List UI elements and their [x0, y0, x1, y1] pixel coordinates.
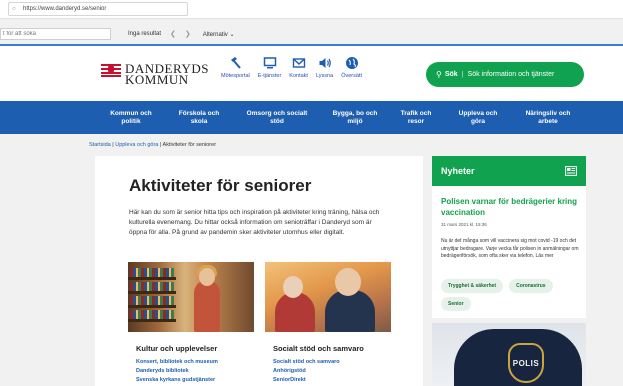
card-link[interactable]: Danderyds bibliotek — [136, 367, 218, 376]
nav-item-uppleva-och-gora[interactable]: Uppleva och göra — [444, 101, 512, 134]
quick-link-motesportal[interactable]: Mötesportal — [221, 56, 250, 79]
nav-item-trafik-och-resor[interactable]: Trafik och resor — [388, 101, 444, 134]
mail-icon — [292, 58, 305, 68]
quick-link-label: E-tjänster — [257, 73, 282, 79]
library-image — [128, 262, 254, 332]
breadcrumb-link-startsida[interactable]: Startsida — [89, 142, 111, 148]
browser-window: ○ https://www.danderyd.se/senior Inga re… — [0, 0, 623, 386]
tag-trygghet[interactable]: Trygghet & säkerhet — [441, 279, 504, 293]
find-input[interactable] — [0, 28, 111, 40]
gavel-icon — [231, 57, 242, 69]
seniors-image — [265, 262, 391, 332]
speaker-icon — [319, 58, 331, 68]
search-label: Sök — [444, 71, 458, 78]
news-tags: Trygghet & säkerhet Coronavirus Senior — [441, 279, 581, 311]
quick-link-oversatt[interactable]: Översätt — [341, 56, 362, 79]
main-content: Aktiviteter för seniorer Här kan du som … — [95, 156, 423, 386]
card-link-list: Socialt stöd och samvaro Anhörigstöd Sen… — [273, 358, 340, 385]
crest-icon — [101, 64, 121, 77]
search-separator: | — [461, 71, 464, 78]
card-socialt-stod-och-samvaro[interactable]: Socialt stöd och samvaro Socialt stöd oc… — [265, 262, 391, 386]
find-previous-icon[interactable]: ❮ — [170, 30, 176, 38]
address-bar: ○ https://www.danderyd.se/senior — [0, 0, 623, 19]
quick-link-lyssna[interactable]: Lyssna — [316, 56, 333, 79]
quick-link-label: Mötesportal — [221, 73, 250, 79]
card-link[interactable]: Konsert, bibliotek och museum — [136, 358, 218, 367]
card-title: Socialt stöd och samvaro — [273, 344, 364, 353]
tag-senior[interactable]: Senior — [441, 297, 471, 311]
quick-link-kontakt[interactable]: Kontakt — [289, 56, 308, 79]
card-kultur-och-upplevelser[interactable]: Kultur och upplevelser Konsert, bibliote… — [128, 262, 254, 386]
newspaper-icon — [565, 166, 577, 176]
police-badge: POLIS — [508, 343, 544, 383]
find-next-icon[interactable]: ❯ — [185, 30, 191, 38]
globe-icon — [345, 57, 358, 69]
logo-text: DANDERYDS KOMMUN — [125, 62, 209, 86]
police-image: POLIS — [432, 323, 586, 386]
main-navigation: Kommun och politik Förskola och skola Omso… — [0, 101, 623, 134]
nav-item-forskola-och-skola[interactable]: Förskola och skola — [166, 101, 232, 134]
quick-link-etjanster[interactable]: E-tjänster — [257, 56, 282, 79]
nav-item-omsorg-och-socialt-stod[interactable]: Omsorg och socialt stöd — [232, 101, 322, 134]
intro-text: Här kan du som är senior hitta tips och … — [129, 209, 380, 236]
card-link[interactable]: Socialt stöd och samvaro — [273, 358, 340, 367]
site-header: DANDERYDS KOMMUN Mötesportal E-tjänster … — [0, 46, 623, 101]
tag-coronavirus[interactable]: Coronavirus — [509, 279, 553, 293]
card-link-list: Konsert, bibliotek och museum Danderyds … — [136, 358, 218, 385]
news-date: 31 mars 2021 kl. 15:36 — [441, 222, 487, 227]
quick-link-label: Kontakt — [289, 73, 308, 79]
nav-item-kommun-och-politik[interactable]: Kommun och politik — [96, 101, 166, 134]
find-result: Inga resultat — [128, 31, 162, 37]
quick-link-label: Lyssna — [315, 73, 334, 79]
nav-item-naringsliv-och-arbete[interactable]: Näringsliv och arbete — [512, 101, 584, 134]
url-field[interactable]: ○ https://www.danderyd.se/senior — [8, 2, 188, 16]
quick-links: Mötesportal E-tjänster Kontakt Lyssna Öv… — [221, 56, 370, 79]
nav-item-bygga-bo-och-miljo[interactable]: Bygga, bo och miljö — [322, 101, 388, 134]
page-title: Aktiviteter för seniorer — [129, 176, 312, 195]
news-panel: Nyheter Polisen varnar för bedrägerier k… — [432, 156, 586, 318]
card-link[interactable]: Svenska kyrkans gudstjänster — [136, 376, 218, 385]
find-options-button[interactable]: Alternativ ⌄ — [203, 31, 235, 38]
news-title-link[interactable]: Polisen varnar för bedrägerier kring vac… — [441, 196, 579, 218]
logo[interactable]: DANDERYDS KOMMUN — [101, 62, 209, 86]
breadcrumb-current: Aktiviteter för seniorer — [162, 142, 217, 148]
search-icon: ⚲ — [436, 70, 442, 79]
find-options-label: Alternativ — [202, 31, 228, 38]
breadcrumb-link-uppleva-och-gora[interactable]: Uppleva och göra — [115, 142, 158, 148]
news-text: Nu är det många som vill vaccinera sig m… — [441, 238, 579, 259]
find-bar: Inga resultat ❮ ❯ Alternativ ⌄ — [0, 27, 623, 41]
news-header: Nyheter — [432, 156, 586, 186]
search-hint: Sök information och tjänster — [467, 71, 555, 78]
breadcrumb: Startsida | Uppleva och göra | Aktivitet… — [89, 142, 216, 148]
search-button[interactable]: ⚲ Sök | Sök information och tjänster — [426, 62, 584, 87]
lock-icon: ○ — [12, 5, 16, 12]
card-link[interactable]: SeniorDirekt — [273, 376, 340, 385]
url-text: https://www.danderyd.se/senior — [23, 6, 107, 12]
police-badge-text: POLIS — [512, 358, 540, 368]
news-heading: Nyheter — [441, 166, 475, 176]
monitor-icon — [263, 57, 276, 69]
quick-link-label: Översätt — [341, 73, 362, 79]
card-title: Kultur och upplevelser — [136, 344, 218, 353]
chevron-down-icon: ⌄ — [229, 31, 235, 38]
card-link[interactable]: Anhörigstöd — [273, 367, 340, 376]
